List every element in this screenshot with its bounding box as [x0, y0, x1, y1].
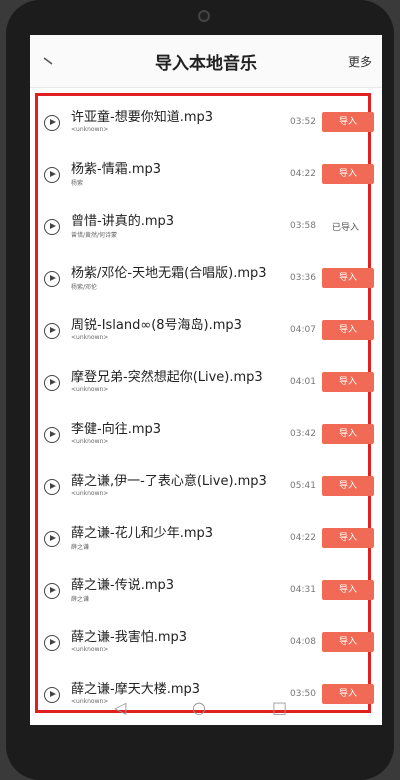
song-duration: 03:58 — [290, 221, 316, 231]
play-icon[interactable] — [44, 219, 60, 235]
song-artist: <unknown> — [71, 386, 109, 393]
import-button[interactable]: 导入 — [322, 528, 374, 548]
imported-status: 已导入 — [332, 223, 360, 233]
song-duration: 03:52 — [290, 117, 316, 127]
import-button[interactable]: 导入 — [322, 268, 374, 288]
play-icon[interactable] — [44, 427, 60, 443]
song-artist: <unknown> — [71, 126, 109, 133]
import-button[interactable]: 导入 — [322, 476, 374, 496]
song-artist: 杨紫 — [71, 180, 84, 187]
song-duration: 04:31 — [290, 585, 316, 595]
play-icon[interactable] — [44, 531, 60, 547]
song-title: 许亚童-想要你知道.mp3 — [71, 110, 214, 125]
song-duration: 04:07 — [290, 325, 316, 335]
song-artist: 曾惜/黄然/何诗蒙 — [71, 232, 118, 239]
song-row[interactable]: 薛之谦,伊一-了表心意(Live).mp3 <unknown> 05:41 导入 — [38, 462, 374, 514]
song-title: 薛之谦-花儿和少年.mp3 — [71, 526, 214, 541]
app-screen: 导入本地音乐 更多 许亚童-想要你知道.mp3 <unknown> 03:52 导入杨… — [30, 35, 382, 725]
song-list: 许亚童-想要你知道.mp3 <unknown> 03:52 导入 杨紫-情霜.mp3 杨紫… — [35, 93, 374, 713]
play-icon[interactable] — [44, 375, 60, 391]
song-title: 杨紫-情霜.mp3 — [71, 162, 162, 177]
more-button[interactable]: 更多 — [348, 53, 372, 70]
song-artist: <unknown> — [71, 438, 109, 445]
play-icon[interactable] — [44, 271, 60, 287]
song-artist: 薛之谦 — [71, 596, 90, 603]
song-duration: 04:08 — [290, 637, 316, 647]
song-title: 薛之谦-我害怕.mp3 — [71, 630, 188, 645]
song-duration: 04:22 — [290, 533, 316, 543]
song-title: 薛之谦,伊一-了表心意(Live).mp3 — [71, 474, 267, 489]
import-button[interactable]: 导入 — [322, 632, 374, 652]
play-icon[interactable] — [44, 323, 60, 339]
song-title: 摩登兄弟-突然想起你(Live).mp3 — [71, 370, 263, 385]
song-title: 曾惜-讲真的.mp3 — [71, 214, 175, 229]
nav-back-icon[interactable]: ◁ — [114, 698, 126, 717]
song-duration: 04:01 — [290, 377, 316, 387]
import-button[interactable]: 导入 — [322, 320, 374, 340]
song-artist: <unknown> — [71, 334, 109, 341]
song-row[interactable]: 周锐-Island∞(8号海岛).mp3 <unknown> 04:07 导入 — [38, 306, 374, 358]
phone-frame: 导入本地音乐 更多 许亚童-想要你知道.mp3 <unknown> 03:52 导入杨… — [6, 0, 394, 780]
song-title: 周锐-Island∞(8号海岛).mp3 — [71, 318, 242, 333]
song-row[interactable]: 薛之谦-我害怕.mp3 <unknown> 04:08 导入 — [38, 618, 374, 670]
song-row[interactable]: 许亚童-想要你知道.mp3 <unknown> 03:52 导入 — [38, 98, 374, 150]
play-icon[interactable] — [44, 115, 60, 131]
song-duration: 03:36 — [290, 273, 316, 283]
song-title: 李健-向往.mp3 — [71, 422, 162, 437]
song-row[interactable]: 薛之谦-传说.mp3 薛之谦 04:31 导入 — [38, 566, 374, 618]
import-button[interactable]: 导入 — [322, 164, 374, 184]
song-title: 薛之谦-传说.mp3 — [71, 578, 175, 593]
song-row[interactable]: 薛之谦-花儿和少年.mp3 薛之谦 04:22 导入 — [38, 514, 374, 566]
song-duration: 04:22 — [290, 169, 316, 179]
import-button[interactable]: 导入 — [322, 424, 374, 444]
song-artist: 杨紫/邓伦 — [71, 284, 98, 291]
system-nav-bar: ◁ ○ □ — [6, 690, 400, 730]
song-row[interactable]: 曾惜-讲真的.mp3 曾惜/黄然/何诗蒙 03:58 已导入 — [38, 202, 368, 254]
song-row[interactable]: 杨紫-情霜.mp3 杨紫 04:22 导入 — [38, 150, 374, 202]
import-button[interactable]: 导入 — [322, 580, 374, 600]
top-bar: 导入本地音乐 更多 — [30, 35, 382, 88]
song-row[interactable]: 李健-向往.mp3 <unknown> 03:42 导入 — [38, 410, 374, 462]
song-artist: 薛之谦 — [71, 544, 90, 551]
import-button[interactable]: 导入 — [322, 372, 374, 392]
page-title: 导入本地音乐 — [155, 54, 257, 74]
song-artist: <unknown> — [71, 490, 109, 497]
play-icon[interactable] — [44, 479, 60, 495]
song-row[interactable]: 杨紫/邓伦-天地无霜(合唱版).mp3 杨紫/邓伦 03:36 导入 — [38, 254, 374, 306]
import-button[interactable]: 导入 — [322, 112, 374, 132]
play-icon[interactable] — [44, 167, 60, 183]
nav-recents-icon[interactable]: □ — [272, 698, 287, 717]
song-artist: <unknown> — [71, 646, 109, 653]
nav-home-icon[interactable]: ○ — [192, 698, 206, 717]
song-duration: 05:41 — [290, 481, 316, 491]
song-title: 杨紫/邓伦-天地无霜(合唱版).mp3 — [71, 266, 267, 281]
song-duration: 03:42 — [290, 429, 316, 439]
front-camera — [198, 10, 210, 22]
play-icon[interactable] — [44, 583, 60, 599]
song-row[interactable]: 摩登兄弟-突然想起你(Live).mp3 <unknown> 04:01 导入 — [38, 358, 374, 410]
play-icon[interactable] — [44, 635, 60, 651]
